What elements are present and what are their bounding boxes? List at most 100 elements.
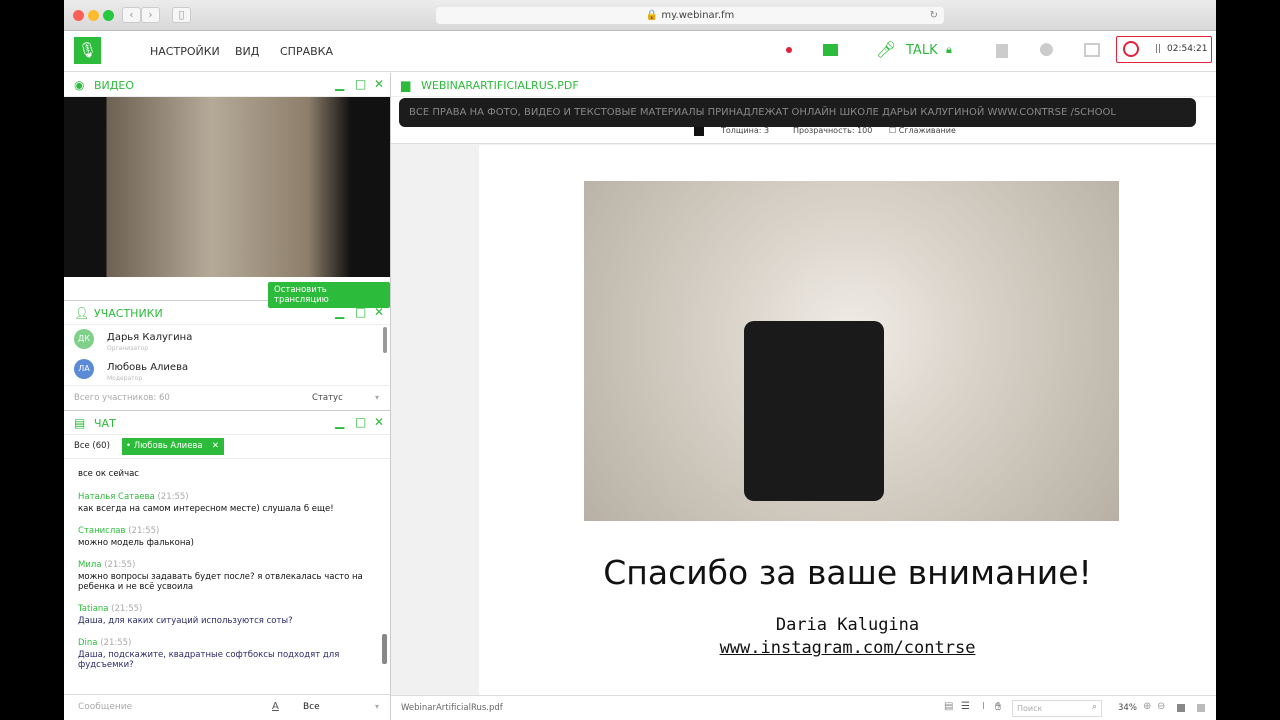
app-logo-mic-icon: 🎙 bbox=[74, 37, 101, 64]
back-button[interactable]: ‹ bbox=[122, 7, 141, 23]
tab-label: • Любовь Алиева bbox=[126, 441, 203, 451]
search-icon[interactable]: ⌕ bbox=[1092, 702, 1097, 712]
menu-view[interactable]: ВИД bbox=[235, 45, 259, 58]
search-input[interactable]: Поиск ⌕ bbox=[1012, 700, 1102, 717]
hand-tool-icon[interactable]: ✋︎ bbox=[995, 700, 1001, 714]
participants-list: ДК Дарья Калугина Организатор ЛА Любовь … bbox=[64, 325, 390, 385]
opacity-control[interactable]: Прозрачность: 100 bbox=[793, 126, 872, 135]
chat-message: Tatiana (21:55) Даша, для каких ситуаций … bbox=[78, 604, 390, 626]
minimize-window-button[interactable] bbox=[88, 10, 99, 21]
participant-role: Модератор bbox=[107, 375, 143, 382]
message-time: (21:55) bbox=[104, 560, 136, 570]
url-text: my.webinar.fm bbox=[661, 10, 735, 21]
chat-messages: все ок сейчас Наталья Сатаева (21:55) как… bbox=[64, 459, 390, 679]
scrollbar[interactable] bbox=[383, 327, 387, 353]
browser-window: ‹ › ▯ 🔒 my.webinar.fm ↻ 🎙 НАСТРОЙКИ ВИД С… bbox=[64, 0, 1216, 720]
message-time: (21:55) bbox=[157, 492, 189, 502]
fullscreen-icon[interactable] bbox=[1197, 704, 1205, 712]
layout-icon[interactable] bbox=[1084, 43, 1100, 57]
text-format-icon[interactable]: A bbox=[272, 701, 279, 712]
chat-message: Мила (21:55) можно вопросы задавать будет… bbox=[78, 560, 378, 592]
minimize-icon[interactable]: ▁ bbox=[335, 305, 344, 319]
participant-name: Дарья Калугина bbox=[107, 332, 193, 343]
talk-button[interactable]: TALK bbox=[906, 43, 938, 58]
maximize-icon[interactable]: □ bbox=[355, 415, 366, 429]
chat-panel-header: ▤ ЧАТ ▁ □ ✕ bbox=[64, 411, 390, 435]
message-input[interactable]: Сообщение bbox=[78, 702, 132, 712]
pause-icon[interactable]: || bbox=[1155, 44, 1161, 54]
app-toolbar: 🎙 НАСТРОЙКИ ВИД СПРАВКА 🎤︎ TALK 🔒︎ ● || … bbox=[64, 31, 1216, 72]
user-icon: 👤︎ bbox=[74, 306, 90, 320]
chat-message: все ок сейчас bbox=[78, 469, 390, 479]
smoothing-label: Сглаживание bbox=[898, 126, 956, 135]
add-user-icon[interactable]: ● bbox=[1039, 39, 1054, 59]
message-author[interactable]: Наталья Сатаева bbox=[78, 492, 155, 502]
chevron-down-icon[interactable]: ▾ bbox=[375, 393, 379, 402]
left-column: ◉ ВИДЕО ▁ □ ✕ Остановить трансляцию 👤︎ У… bbox=[64, 73, 391, 720]
chat-input-bar: Сообщение A Все ▾ bbox=[64, 694, 390, 720]
participants-panel-title[interactable]: УЧАСТНИКИ bbox=[94, 307, 163, 320]
message-author[interactable]: Tatiana bbox=[78, 604, 109, 614]
thickness-control[interactable]: Толщина: 3 bbox=[721, 126, 769, 135]
minimize-icon[interactable]: ▁ bbox=[335, 415, 344, 429]
message-text: можно модель фалькона) bbox=[78, 538, 194, 548]
media-play-icon[interactable] bbox=[996, 44, 1008, 58]
recipient-select[interactable]: Все bbox=[303, 702, 320, 712]
chevron-down-icon[interactable]: ▾ bbox=[375, 702, 379, 711]
recording-control[interactable]: || 02:54:21 bbox=[1116, 36, 1212, 63]
tab-all[interactable]: Все (60) bbox=[74, 441, 110, 451]
menu-settings[interactable]: НАСТРОЙКИ bbox=[150, 45, 220, 58]
close-icon[interactable]: ✕ bbox=[374, 305, 384, 319]
maximize-window-button[interactable] bbox=[103, 10, 114, 21]
message-author[interactable]: Мила bbox=[78, 560, 102, 570]
participant-item[interactable]: ЛА Любовь Алиева Модератор bbox=[74, 357, 380, 385]
status-dropdown[interactable]: Статус bbox=[312, 393, 343, 403]
chat-panel-title[interactable]: ЧАТ bbox=[94, 417, 116, 430]
forward-button[interactable]: › bbox=[141, 7, 160, 23]
message-text: как всегда на самом интересном месте) сл… bbox=[78, 504, 334, 514]
smoothing-checkbox[interactable]: ☐ Сглаживание bbox=[889, 126, 956, 135]
message-text: Даша, для каких ситуаций используются со… bbox=[78, 616, 293, 626]
reload-icon[interactable]: ↻ bbox=[930, 7, 938, 24]
video-panel-title[interactable]: ВИДЕО bbox=[94, 79, 134, 92]
slide: Спасибо за ваше внимание! Daria Kalugina… bbox=[479, 145, 1216, 695]
camera-icon[interactable] bbox=[823, 44, 838, 56]
slide-heading: Спасибо за ваше внимание! bbox=[603, 553, 1092, 592]
zoom-in-icon[interactable]: ⊕ bbox=[1143, 701, 1151, 712]
participants-panel-header: 👤︎ УЧАСТНИКИ ▁ □ ✕ bbox=[64, 301, 390, 325]
menu-help[interactable]: СПРАВКА bbox=[280, 45, 333, 58]
search-placeholder: Поиск bbox=[1017, 704, 1043, 713]
zoom-level: 34% bbox=[1118, 703, 1137, 713]
maximize-icon[interactable]: □ bbox=[355, 77, 366, 91]
doc-title[interactable]: WEBINARARTIFICIALRUS.PDF bbox=[421, 79, 579, 92]
copyright-banner: ВСЕ ПРАВА НА ФОТО, ВИДЕО И ТЕКСТОВЫЕ МАТ… bbox=[399, 98, 1196, 127]
address-bar[interactable]: 🔒 my.webinar.fm ↻ bbox=[436, 7, 944, 24]
close-tab-icon[interactable]: ✕ bbox=[212, 441, 219, 451]
maximize-icon[interactable]: □ bbox=[355, 305, 366, 319]
sidebar-toggle-icon[interactable]: ▯ bbox=[172, 7, 191, 23]
color-picker[interactable] bbox=[694, 126, 704, 136]
avatar: ЛА bbox=[74, 359, 94, 379]
slide-link[interactable]: www.instagram.com/contrse bbox=[479, 638, 1216, 658]
video-panel-header: ◉ ВИДЕО ▁ □ ✕ bbox=[64, 73, 390, 97]
message-author[interactable]: Станислав bbox=[78, 526, 126, 536]
participant-item[interactable]: ДК Дарья Калугина Организатор bbox=[74, 327, 380, 355]
close-icon[interactable]: ✕ bbox=[374, 415, 384, 429]
zoom-out-icon[interactable]: ⊖ bbox=[1157, 701, 1165, 712]
participant-name: Любовь Алиева bbox=[107, 362, 189, 373]
fit-page-icon[interactable] bbox=[1177, 704, 1185, 712]
record-icon[interactable] bbox=[1123, 41, 1139, 57]
avatar: ДК bbox=[74, 329, 94, 349]
microphone-icon[interactable]: 🎤︎ bbox=[876, 40, 896, 59]
close-window-button[interactable] bbox=[73, 10, 84, 21]
page-view-icon[interactable]: ▤ bbox=[944, 701, 953, 712]
tab-private-chat[interactable]: • Любовь Алиева ✕ bbox=[122, 438, 224, 455]
list-view-icon[interactable]: ☰ bbox=[961, 701, 970, 712]
close-icon[interactable]: ✕ bbox=[374, 77, 384, 91]
scrollbar[interactable] bbox=[382, 634, 387, 664]
presentation-panel: ▆ WEBINARARTIFICIALRUS.PDF Толщина: 3 Пр… bbox=[391, 73, 1216, 720]
participants-total: Всего участников: 60 bbox=[74, 393, 170, 403]
text-cursor-icon[interactable]: I bbox=[982, 701, 985, 712]
minimize-icon[interactable]: ▁ bbox=[335, 77, 344, 91]
message-author[interactable]: Dina bbox=[78, 638, 98, 648]
